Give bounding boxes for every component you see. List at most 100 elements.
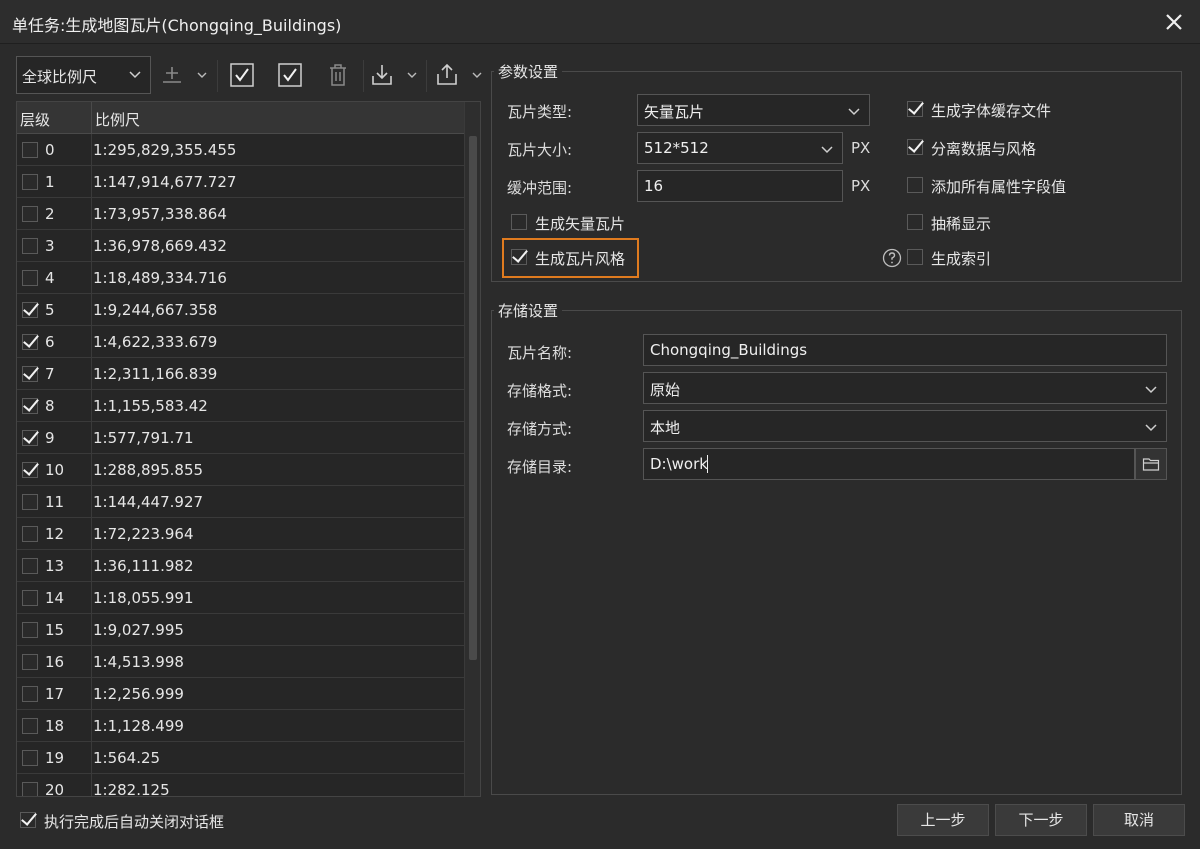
cancel-button[interactable]: 取消: [1093, 804, 1185, 836]
table-row[interactable]: 6 1:4,622,333.679: [17, 326, 466, 358]
row-scale: 1:2,256.999: [93, 685, 184, 703]
table-row[interactable]: 8 1:1,155,583.42: [17, 390, 466, 422]
checkbox-box[interactable]: [511, 249, 527, 265]
row-checkbox[interactable]: [22, 174, 38, 190]
delete-icon[interactable]: [324, 61, 352, 89]
row-scale: 1:1,155,583.42: [93, 397, 208, 415]
import-dropdown-icon[interactable]: [407, 70, 417, 80]
table-row[interactable]: 7 1:2,311,166.839: [17, 358, 466, 390]
table-row[interactable]: 19 1:564.25: [17, 742, 466, 774]
cell-divider: [91, 262, 92, 294]
cell-divider: [91, 390, 92, 422]
row-level: 3: [45, 237, 55, 255]
table-row[interactable]: 1 1:147,914,677.727: [17, 166, 466, 198]
checkbox-box[interactable]: [907, 101, 923, 117]
row-checkbox[interactable]: [22, 622, 38, 638]
add-scale-icon[interactable]: [158, 61, 186, 89]
checkbox-box[interactable]: [907, 139, 923, 155]
row-checkbox[interactable]: [22, 654, 38, 670]
table-row[interactable]: 0 1:295,829,355.455: [17, 134, 466, 166]
table-row[interactable]: 18 1:1,128.499: [17, 710, 466, 742]
chevron-down-icon: [1145, 424, 1157, 432]
storage-group-title: 存储设置: [494, 300, 563, 321]
row-level: 12: [45, 525, 65, 543]
select-all-icon[interactable]: [228, 61, 256, 89]
row-scale: 1:288,895.855: [93, 461, 204, 479]
header-level[interactable]: 层级: [20, 109, 50, 130]
row-checkbox[interactable]: [22, 750, 38, 766]
cell-divider: [91, 710, 92, 742]
storage-method-select[interactable]: 本地: [643, 410, 1167, 442]
table-row[interactable]: 11 1:144,447.927: [17, 486, 466, 518]
storage-dir-input[interactable]: D:\work: [643, 448, 1135, 480]
row-checkbox[interactable]: [22, 494, 38, 510]
row-checkbox[interactable]: [22, 590, 38, 606]
checkbox-box[interactable]: [511, 214, 527, 230]
import-icon[interactable]: [368, 61, 396, 89]
table-row[interactable]: 20 1:282.125: [17, 774, 466, 796]
checkbox-box[interactable]: [907, 249, 923, 265]
row-checkbox[interactable]: [22, 398, 38, 414]
help-icon[interactable]: [882, 248, 902, 268]
row-scale: 1:4,513.998: [93, 653, 184, 671]
row-checkbox[interactable]: [22, 302, 38, 318]
export-dropdown-icon[interactable]: [472, 70, 482, 80]
checkbox-box[interactable]: [20, 812, 36, 828]
table-row[interactable]: 16 1:4,513.998: [17, 646, 466, 678]
row-level: 13: [45, 557, 65, 575]
storage-dir-label: 存储目录:: [507, 458, 573, 476]
toolbar-divider: [426, 60, 427, 92]
table-row[interactable]: 9 1:577,791.71: [17, 422, 466, 454]
row-checkbox[interactable]: [22, 366, 38, 382]
row-checkbox[interactable]: [22, 526, 38, 542]
header-scale[interactable]: 比例尺: [95, 109, 140, 130]
prev-button[interactable]: 上一步: [897, 804, 989, 836]
row-checkbox[interactable]: [22, 334, 38, 350]
buffer-value: 16: [644, 177, 664, 195]
row-checkbox[interactable]: [22, 142, 38, 158]
tile-size-select[interactable]: 512*512: [637, 132, 843, 164]
buffer-input[interactable]: 16: [637, 170, 843, 202]
scale-preset-value: 全球比例尺: [22, 68, 98, 86]
row-checkbox[interactable]: [22, 782, 38, 796]
table-row[interactable]: 17 1:2,256.999: [17, 678, 466, 710]
table-row[interactable]: 2 1:73,957,338.864: [17, 198, 466, 230]
row-checkbox[interactable]: [22, 270, 38, 286]
table-row[interactable]: 12 1:72,223.964: [17, 518, 466, 550]
select-inverse-icon[interactable]: [276, 61, 304, 89]
tile-size-label: 瓦片大小:: [507, 141, 573, 159]
cell-divider: [91, 774, 92, 796]
table-row[interactable]: 10 1:288,895.855: [17, 454, 466, 486]
table-row[interactable]: 14 1:18,055.991: [17, 582, 466, 614]
scale-preset-combo[interactable]: 全球比例尺: [16, 56, 151, 94]
checkbox-box[interactable]: [907, 214, 923, 230]
table-row[interactable]: 13 1:36,111.982: [17, 550, 466, 582]
table-scrollbar[interactable]: [464, 102, 480, 796]
table-row[interactable]: 3 1:36,978,669.432: [17, 230, 466, 262]
params-group: 参数设置 瓦片类型: 矢量瓦片 瓦片大小: 512*512 PX 缓冲范围: 1…: [491, 61, 1182, 282]
table-row[interactable]: 15 1:9,027.995: [17, 614, 466, 646]
storage-format-select[interactable]: 原始: [643, 372, 1167, 404]
next-button[interactable]: 下一步: [995, 804, 1087, 836]
row-checkbox[interactable]: [22, 430, 38, 446]
browse-folder-button[interactable]: [1135, 448, 1167, 480]
gen-tile-style-label: 生成瓦片风格: [535, 250, 626, 268]
table-row[interactable]: 5 1:9,244,667.358: [17, 294, 466, 326]
tile-name-input[interactable]: Chongqing_Buildings: [643, 334, 1167, 366]
checkbox-box[interactable]: [907, 177, 923, 193]
row-checkbox[interactable]: [22, 718, 38, 734]
row-checkbox[interactable]: [22, 238, 38, 254]
scroll-thumb[interactable]: [469, 136, 477, 660]
row-checkbox[interactable]: [22, 462, 38, 478]
add-dropdown-icon[interactable]: [197, 70, 207, 80]
row-checkbox[interactable]: [22, 206, 38, 222]
close-icon[interactable]: [1160, 8, 1188, 36]
row-level: 8: [45, 397, 55, 415]
export-icon[interactable]: [433, 61, 461, 89]
tile-type-select[interactable]: 矢量瓦片: [637, 94, 870, 126]
row-checkbox[interactable]: [22, 686, 38, 702]
row-scale: 1:9,027.995: [93, 621, 184, 639]
row-checkbox[interactable]: [22, 558, 38, 574]
row-level: 0: [45, 141, 55, 159]
table-row[interactable]: 4 1:18,489,334.716: [17, 262, 466, 294]
